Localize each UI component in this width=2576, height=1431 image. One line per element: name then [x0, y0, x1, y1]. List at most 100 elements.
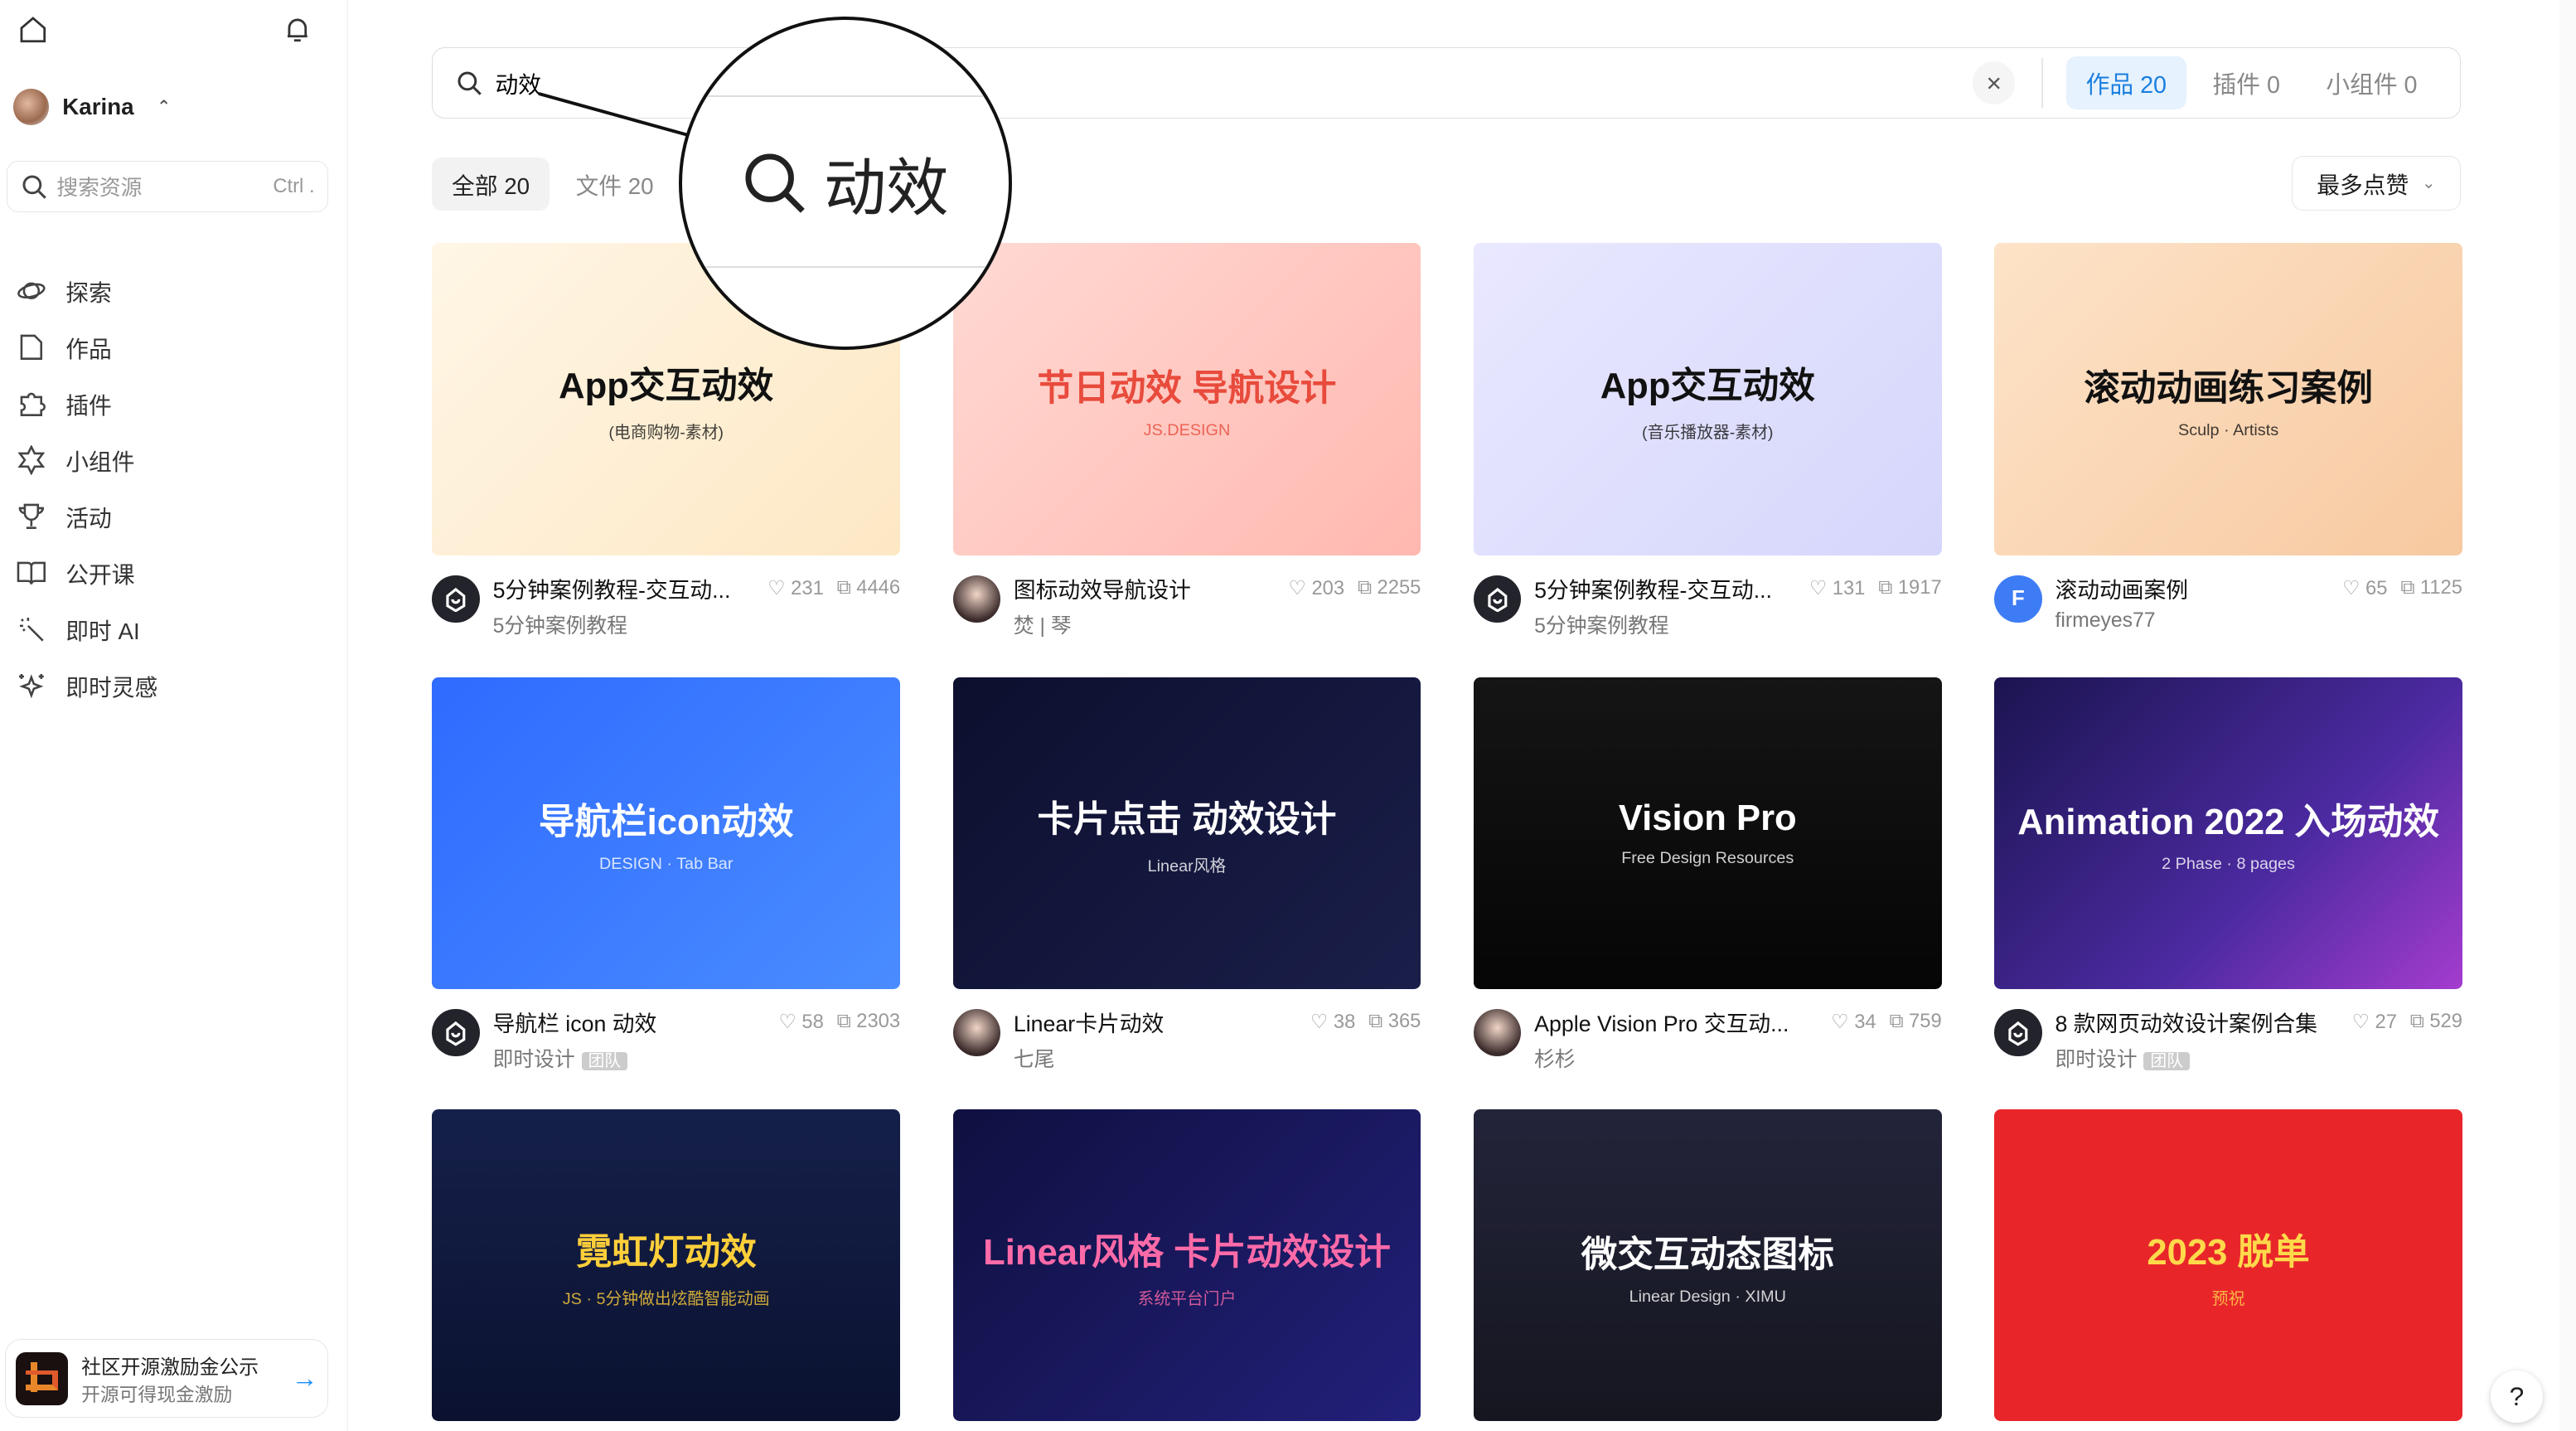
author-avatar[interactable]: [952, 1008, 1001, 1057]
work-card[interactable]: 导航栏icon动效 DESIGN · Tab Bar 导航栏 icon 动效 ♡ 58…: [432, 677, 901, 1073]
card-thumbnail[interactable]: Animation 2022 入场动效 2 Phase · 8 pages: [1994, 677, 2462, 990]
card-title[interactable]: 导航栏 icon 动效: [493, 1006, 766, 1038]
thumb-title: 滚动动画练习案例: [2084, 369, 2373, 410]
thumb-subtitle: JS · 5分钟做出炫酷智能动画: [562, 1289, 770, 1308]
promo-banner[interactable]: 社区开源激励金公示 开源可得现金激励 →: [4, 1339, 329, 1419]
copies-value: 1125: [2419, 576, 2462, 599]
author-name[interactable]: firmeyes77: [2055, 609, 2155, 632]
tab-widgets[interactable]: 小组件 0: [2307, 56, 2438, 110]
author-avatar[interactable]: [1473, 575, 1522, 623]
copy-count: ⧉ 2255: [1357, 576, 1421, 599]
card-title[interactable]: 图标动效导航设计: [1014, 572, 1276, 604]
like-count[interactable]: ♡ 58: [778, 1010, 823, 1034]
like-count[interactable]: ♡ 38: [1310, 1010, 1355, 1034]
tab-works[interactable]: 作品 20: [2065, 56, 2186, 110]
card-thumbnail[interactable]: 滚动动画练习案例 Sculp · Artists: [1994, 243, 2462, 555]
work-card[interactable]: Linear风格 卡片动效设计 系统平台门户: [952, 1108, 1421, 1422]
author-name[interactable]: 焚 | 琴: [1014, 615, 1072, 638]
card-title[interactable]: 5分钟案例教程-交互动...: [493, 572, 755, 604]
thumb-subtitle: 2 Phase · 8 pages: [2162, 855, 2295, 874]
copy-count: ⧉ 4446: [836, 576, 901, 599]
sidebar-item-3[interactable]: 小组件: [17, 432, 157, 488]
sidebar-item-0[interactable]: 探索: [17, 263, 157, 319]
like-count[interactable]: ♡ 27: [2352, 1010, 2397, 1034]
thumb-title: 节日动效 导航设计: [1037, 369, 1337, 410]
author-avatar[interactable]: [952, 575, 1001, 623]
work-card[interactable]: 微交互动态图标 Linear Design · XIMU: [1473, 1108, 1942, 1422]
book-icon: [17, 558, 46, 588]
user-switcher[interactable]: Karina ⌃: [12, 89, 171, 125]
likes-value: 203: [1311, 576, 1345, 599]
card-thumbnail[interactable]: 2023 脱单 预祝: [1994, 1108, 2462, 1422]
like-count[interactable]: ♡ 131: [1809, 576, 1866, 600]
search-placeholder: 搜索资源: [56, 177, 143, 201]
thumb-subtitle: JS.DESIGN: [1143, 421, 1231, 440]
filter-all[interactable]: 全部 20: [432, 158, 550, 211]
search-icon: [456, 70, 482, 96]
promo-logo: [15, 1352, 69, 1405]
like-count[interactable]: ♡ 34: [1831, 1010, 1876, 1034]
card-meta: Apple Vision Pro 交互动... ♡ 34 ⧉ 759 杉杉: [1473, 1006, 1942, 1073]
author-name[interactable]: 七尾: [1014, 1049, 1055, 1071]
author-name[interactable]: 5分钟案例教程: [1534, 615, 1668, 638]
card-thumbnail[interactable]: 微交互动态图标 Linear Design · XIMU: [1473, 1108, 1942, 1422]
like-count[interactable]: ♡ 231: [767, 576, 824, 600]
like-count[interactable]: ♡ 65: [2342, 576, 2387, 600]
author-name[interactable]: 5分钟案例教程: [493, 615, 627, 638]
sidebar-item-label: 探索: [65, 280, 112, 307]
work-card[interactable]: 卡片点击 动效设计 Linear风格 Linear卡片动效 ♡ 38 ⧉ 365 七尾: [952, 677, 1421, 1073]
sidebar-item-4[interactable]: 活动: [17, 488, 157, 545]
question-icon: ?: [2509, 1381, 2525, 1412]
bell-icon[interactable]: [281, 13, 314, 46]
clear-search-button[interactable]: ×: [1972, 61, 2016, 104]
work-card[interactable]: 滚动动画练习案例 Sculp · Artists F 滚动动画案例 ♡ 65 ⧉ 1125…: [1994, 243, 2462, 632]
card-title[interactable]: Linear卡片动效: [1014, 1006, 1297, 1038]
card-thumbnail[interactable]: Linear风格 卡片动效设计 系统平台门户: [952, 1108, 1421, 1422]
author-name[interactable]: 即时设计: [2055, 1049, 2137, 1071]
card-thumbnail[interactable]: App交互动效 (音乐播放器-素材): [1473, 243, 1942, 555]
card-thumbnail[interactable]: 导航栏icon动效 DESIGN · Tab Bar: [432, 677, 901, 990]
work-card[interactable]: Vision Pro Free Design Resources Apple Vis…: [1473, 677, 1942, 1073]
work-card[interactable]: 2023 脱单 预祝: [1994, 1108, 2462, 1422]
likes-value: 131: [1832, 576, 1866, 599]
chevron-updown-icon: ⌃: [157, 97, 171, 116]
work-card[interactable]: Animation 2022 入场动效 2 Phase · 8 pages 8 款网…: [1994, 677, 2462, 1073]
sidebar-item-7[interactable]: 即时灵感: [17, 657, 157, 714]
author-name[interactable]: 杉杉: [1534, 1049, 1576, 1071]
tab-plugins[interactable]: 插件 0: [2193, 56, 2300, 110]
author-avatar[interactable]: F: [1994, 575, 2042, 623]
card-title[interactable]: 5分钟案例教程-交互动...: [1534, 572, 1796, 604]
card-title[interactable]: 8 款网页动效设计案例合集: [2055, 1006, 2338, 1038]
work-card[interactable]: App交互动效 (音乐播放器-素材) 5分钟案例教程-交互动... ♡ 131 ⧉ 19…: [1473, 243, 1942, 638]
filter-files[interactable]: 文件 20: [556, 158, 674, 211]
card-thumbnail[interactable]: Vision Pro Free Design Resources: [1473, 677, 1942, 990]
sidebar-item-6[interactable]: 即时 AI: [17, 601, 157, 657]
user-name: Karina: [62, 93, 134, 119]
thumb-subtitle: (音乐播放器-素材): [1642, 424, 1774, 443]
author-name[interactable]: 即时设计: [493, 1049, 575, 1071]
author-avatar[interactable]: [1994, 1008, 2042, 1057]
author-avatar[interactable]: [432, 1008, 480, 1057]
sidebar-item-1[interactable]: 作品: [17, 319, 157, 376]
card-thumbnail[interactable]: 节日动效 导航设计 JS.DESIGN: [952, 243, 1421, 555]
sidebar-item-2[interactable]: 插件: [17, 376, 157, 432]
work-card[interactable]: 霓虹灯动效 JS · 5分钟做出炫酷智能动画: [432, 1108, 901, 1422]
card-thumbnail[interactable]: 霓虹灯动效 JS · 5分钟做出炫酷智能动画: [432, 1108, 901, 1422]
home-icon[interactable]: [17, 13, 50, 46]
like-count[interactable]: ♡ 203: [1289, 576, 1345, 600]
team-badge: 团队: [581, 1051, 628, 1070]
resource-search[interactable]: 搜索资源 Ctrl .: [6, 161, 329, 212]
app-root: Karina ⌃ 搜索资源 Ctrl . 探索作品 插件 小组件 活动 公开课 即时 AI…: [0, 0, 2576, 1431]
sort-dropdown[interactable]: 最多点赞 ⌄: [2291, 156, 2462, 211]
card-title[interactable]: Apple Vision Pro 交互动...: [1534, 1006, 1818, 1038]
work-card[interactable]: 节日动效 导航设计 JS.DESIGN 图标动效导航设计 ♡ 203 ⧉ 2255 焚 |…: [952, 243, 1421, 638]
author-avatar[interactable]: [432, 575, 480, 623]
sidebar-item-5[interactable]: 公开课: [17, 545, 157, 601]
scrollbar[interactable]: [2559, 0, 2576, 1431]
card-title[interactable]: 滚动动画案例: [2055, 572, 2329, 604]
thumb-title: 导航栏icon动效: [538, 803, 794, 843]
sidebar-nav: 探索作品 插件 小组件 活动 公开课 即时 AI 即时灵感: [17, 263, 157, 714]
help-button[interactable]: ?: [2490, 1370, 2544, 1424]
author-avatar[interactable]: [1473, 1008, 1522, 1057]
card-thumbnail[interactable]: 卡片点击 动效设计 Linear风格: [952, 677, 1421, 990]
